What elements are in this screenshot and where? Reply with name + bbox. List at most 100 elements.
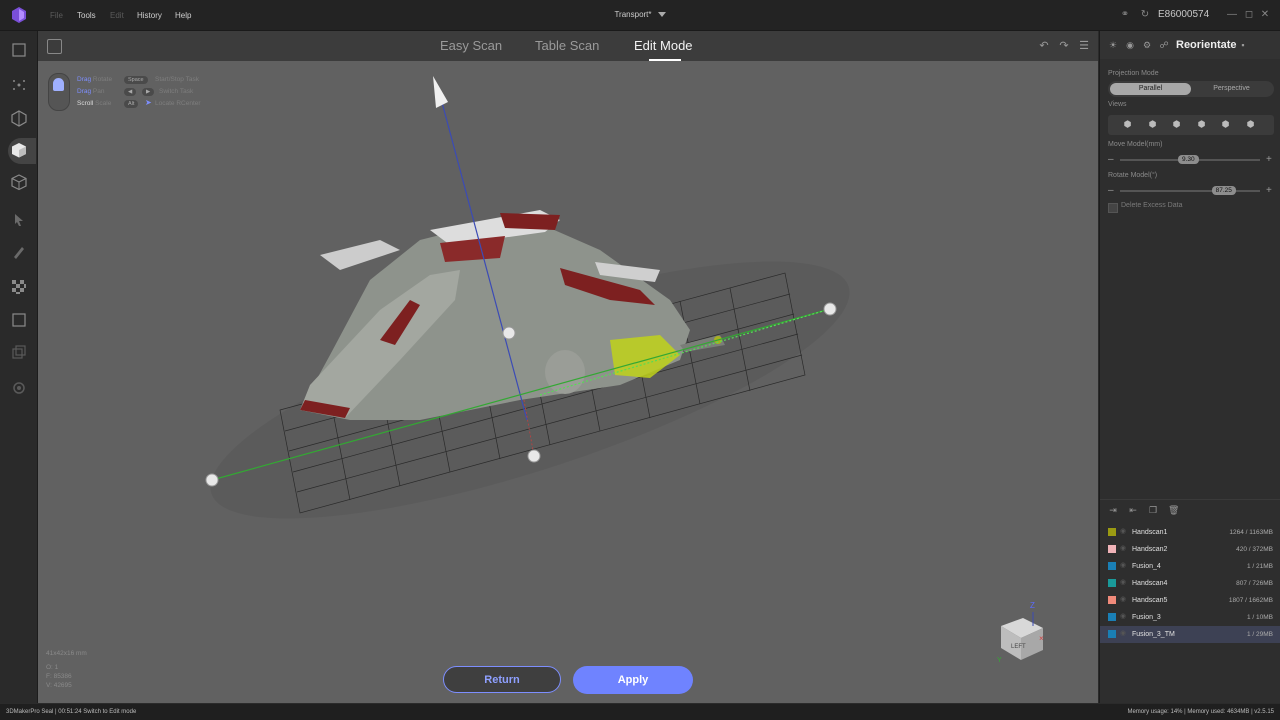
right-panel: ☀ ◉ ⚙ ☍ Reorientate ▪ Projection Mode Pa… [1099, 31, 1280, 703]
frame-icon[interactable] [10, 311, 28, 329]
left-toolbar [0, 31, 38, 703]
visibility-icon[interactable]: ◉ [1120, 544, 1129, 553]
brush-icon[interactable] [10, 243, 28, 261]
layer-size: 1 / 29MB [1246, 631, 1273, 638]
layer-row[interactable]: ◉ Fusion_4 1 / 21MB [1100, 558, 1280, 575]
rotate-model-value[interactable]: 87.25 [1211, 186, 1236, 195]
cube-axis-z-label: Z [1030, 601, 1035, 610]
center-handle [502, 326, 516, 340]
visibility-icon[interactable]: ◉ [1120, 612, 1129, 621]
views-label: Views [1108, 101, 1127, 108]
settings-gear-icon[interactable] [10, 379, 28, 397]
close-icon[interactable]: ✕ [1259, 9, 1271, 21]
menu-help[interactable]: Help [175, 0, 191, 30]
sync-icon[interactable]: ↻ [1139, 9, 1151, 21]
select-tool-icon[interactable] [10, 211, 28, 229]
slider-track[interactable] [1120, 190, 1260, 192]
layer-size: 420 / 372MB [1236, 546, 1273, 553]
projection-parallel[interactable]: Parallel [1110, 83, 1191, 95]
crop-frame-icon[interactable] [10, 41, 28, 59]
layer-color-swatch [1108, 613, 1116, 621]
hint-effect: Rotate [92, 76, 113, 83]
plus-icon[interactable]: + [1266, 154, 1272, 166]
layers-icon[interactable] [10, 343, 28, 361]
rotate-model-slider[interactable]: – 87.25 + [1108, 185, 1274, 197]
import-icon[interactable]: ⇥ [1108, 505, 1118, 515]
document-title[interactable]: Transport* [600, 0, 680, 30]
cube-icon[interactable] [10, 141, 28, 159]
view-left-icon[interactable]: ⬢ [1171, 119, 1182, 130]
minimize-icon[interactable]: — [1226, 9, 1238, 21]
layer-name: Fusion_4 [1132, 563, 1161, 570]
return-button[interactable]: Return [443, 666, 561, 693]
link-icon[interactable]: ⚭ [1119, 9, 1131, 21]
3d-viewport[interactable]: Easy Scan Table Scan Edit Mode ↶ ↷ ☰ Dra… [38, 31, 1098, 703]
apply-button[interactable]: Apply [573, 666, 693, 694]
view-front-icon[interactable]: ⬢ [1122, 119, 1133, 130]
camera-icon[interactable]: ◉ [1125, 40, 1135, 50]
hint-row-1: Drag Rotate [77, 76, 112, 83]
layer-row[interactable]: ◉ Fusion_3_TM 1 / 29MB [1100, 626, 1280, 643]
hint-row-2: Drag Pan [77, 88, 104, 95]
layer-row[interactable]: ◉ Handscan5 1807 / 1662MB [1100, 592, 1280, 609]
layer-color-swatch [1108, 562, 1116, 570]
move-model-label: Move Model(mm) [1108, 141, 1163, 148]
layer-color-swatch [1108, 528, 1116, 536]
hint-action: Drag [77, 88, 92, 95]
duplicate-icon[interactable]: ❐ [1148, 505, 1158, 515]
minus-icon[interactable]: – [1108, 154, 1114, 166]
maximize-icon[interactable]: ◻ [1243, 9, 1255, 21]
model-dimensions: 41x42x16 mm [46, 650, 87, 657]
visibility-icon[interactable]: ◉ [1120, 629, 1129, 638]
delete-excess-checkbox[interactable] [1108, 203, 1118, 213]
layer-color-swatch [1108, 630, 1116, 638]
visibility-icon[interactable]: ◉ [1120, 578, 1129, 587]
view-right-icon[interactable]: ⬢ [1196, 119, 1207, 130]
menu-file[interactable]: File [50, 0, 63, 30]
orientation-cube[interactable]: LEFT Z × Y [993, 596, 1053, 666]
hint-effect: Pan [92, 88, 105, 95]
sun-icon[interactable]: ☀ [1108, 40, 1118, 50]
wireframe-cube-icon[interactable] [10, 173, 28, 191]
mesh-icon[interactable] [10, 109, 28, 127]
visibility-icon[interactable]: ◉ [1120, 595, 1129, 604]
app-logo-icon [12, 7, 26, 23]
pin-icon[interactable]: ▪ [1238, 40, 1248, 50]
view-back-icon[interactable]: ⬢ [1147, 119, 1158, 130]
view-bottom-icon[interactable]: ⬢ [1245, 119, 1256, 130]
gear-icon[interactable]: ⚙ [1142, 40, 1152, 50]
checker-texture-icon[interactable] [10, 278, 28, 296]
layer-row[interactable]: ◉ Handscan2 420 / 372MB [1100, 541, 1280, 558]
menu-tools[interactable]: Tools [77, 0, 96, 30]
plus-icon[interactable]: + [1266, 185, 1272, 197]
control-hints: Drag Rotate Space Start/Stop Task Drag P… [48, 73, 218, 115]
layer-row[interactable]: ◉ Handscan4 807 / 726MB [1100, 575, 1280, 592]
cube-face-label: LEFT [1011, 644, 1026, 650]
move-model-slider[interactable]: – 9.30 + [1108, 154, 1274, 166]
link-icon[interactable]: ☍ [1159, 40, 1169, 50]
minus-icon[interactable]: – [1108, 185, 1114, 197]
point-cloud-icon[interactable] [10, 76, 28, 94]
layer-size: 1 / 10MB [1246, 614, 1273, 621]
cube-axis-y-icon: Y [997, 657, 1002, 664]
hint-action: Drag [77, 76, 92, 83]
layer-row[interactable]: ◉ Handscan1 1264 / 1163MB [1100, 524, 1280, 541]
layer-color-swatch [1108, 579, 1116, 587]
menu-history[interactable]: History [137, 0, 162, 30]
export-icon[interactable]: ⇤ [1128, 505, 1138, 515]
menu-edit[interactable]: Edit [110, 0, 124, 30]
move-model-value[interactable]: 9.30 [1178, 155, 1199, 164]
view-top-icon[interactable]: ⬢ [1220, 119, 1231, 130]
layer-size: 807 / 726MB [1236, 580, 1273, 587]
visibility-icon[interactable]: ◉ [1120, 527, 1129, 536]
cube-axis-x-icon: × [1039, 634, 1044, 643]
projection-perspective[interactable]: Perspective [1191, 81, 1272, 97]
visibility-icon[interactable]: ◉ [1120, 561, 1129, 570]
cursor-icon: ➤ [145, 98, 152, 107]
layer-row[interactable]: ◉ Fusion_3 1 / 10MB [1100, 609, 1280, 626]
chevron-down-icon [657, 12, 666, 18]
trash-icon[interactable]: 🗑 [1168, 505, 1179, 515]
x-handle-left [205, 473, 219, 487]
layer-size: 1 / 21MB [1246, 563, 1273, 570]
face-count: F: 85386 [46, 673, 72, 680]
